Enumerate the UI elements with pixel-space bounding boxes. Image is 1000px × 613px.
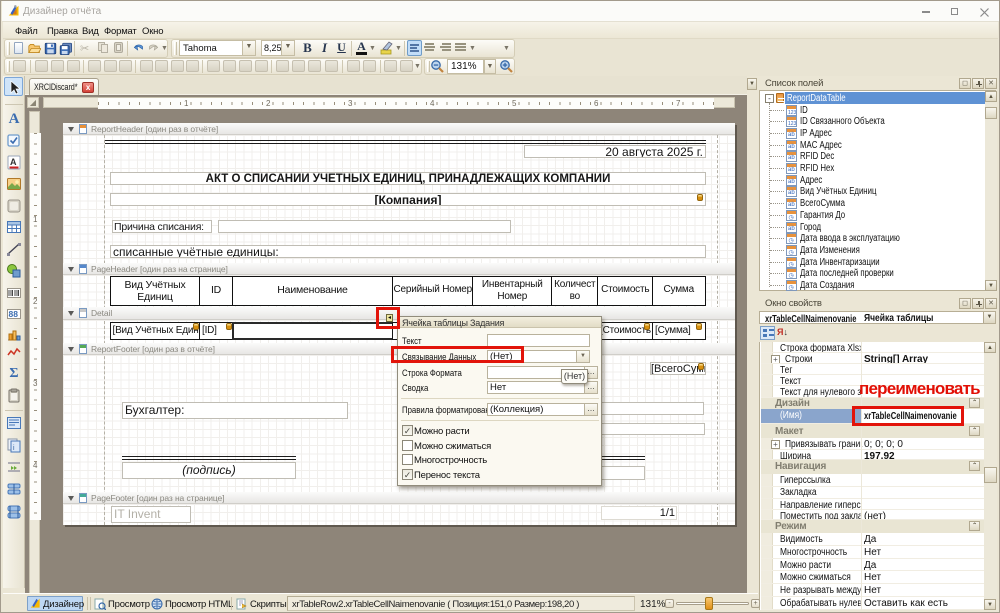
svg-text:88: 88 (9, 309, 19, 319)
svg-text:A: A (10, 157, 17, 167)
